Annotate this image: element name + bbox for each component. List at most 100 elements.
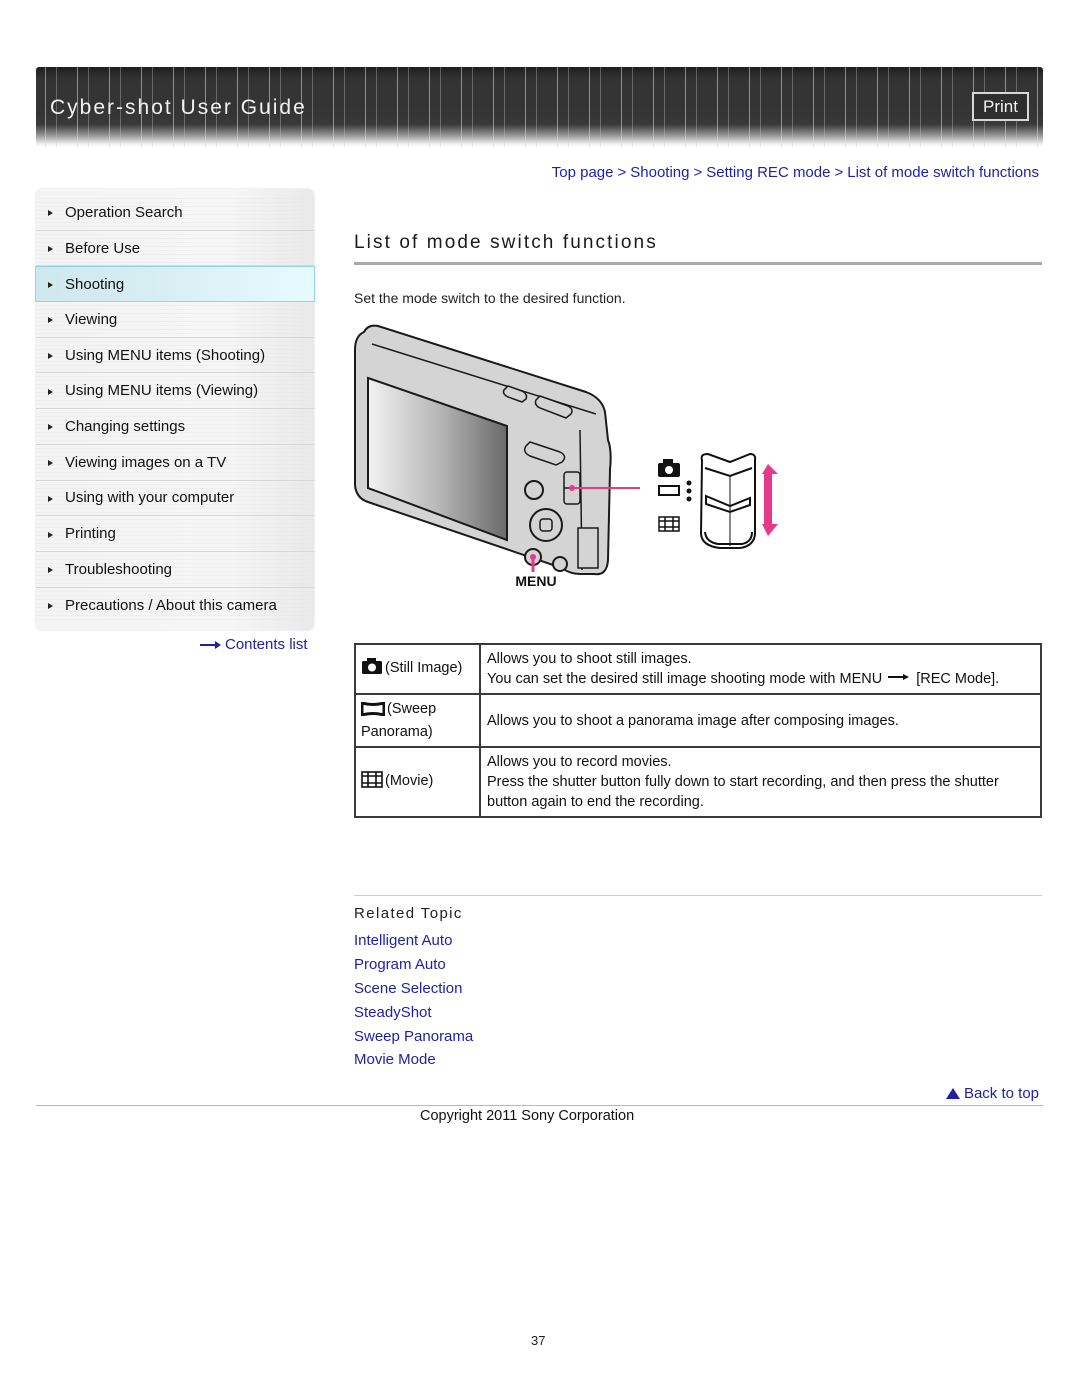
breadcrumb: Top page > Shooting > Setting REC mode > List …: [552, 164, 1039, 181]
table-row-movie: (Movie) Allows you to record movies. Pre…: [354, 746, 1042, 818]
page-number: 37: [531, 1333, 546, 1348]
related-link-scene-selection[interactable]: Scene Selection: [354, 977, 473, 1001]
detent-dot: [686, 496, 692, 502]
title-divider: [354, 262, 1042, 265]
breadcrumb-top-page[interactable]: Top page: [552, 164, 614, 181]
table-row-sweep-panorama: (Sweep Panorama) Allows you to shoot a p…: [354, 693, 1042, 748]
mode-cell: (Movie): [354, 746, 481, 818]
triangle-up-icon: [945, 1088, 960, 1099]
footer-divider: [36, 1105, 1043, 1106]
triangle-right-icon: [48, 531, 53, 538]
mode-name: (Movie): [385, 772, 434, 789]
sidebar-item-precautions[interactable]: Precautions / About this camera: [36, 587, 314, 624]
sidebar-item-label: Troubleshooting: [65, 560, 173, 578]
related-topic-heading: Related Topic: [354, 905, 463, 922]
breadcrumb-current-page[interactable]: List of mode switch functions: [847, 164, 1039, 181]
sidebar-item-label: Precautions / About this camera: [65, 596, 277, 614]
table-row-still-image: (Still Image) Allows you to shoot still …: [354, 643, 1042, 695]
back-to-top-label: Back to top: [963, 1085, 1039, 1102]
copyright-text: Copyright 2011 Sony Corporation: [420, 1108, 635, 1124]
delete-button: [552, 556, 568, 572]
sidebar-item-menu-shooting[interactable]: Using MENU items (Shooting): [36, 337, 314, 374]
sidebar-item-label: Using with your computer: [65, 489, 235, 507]
related-link-steadyshot[interactable]: SteadyShot: [354, 1001, 473, 1025]
breadcrumb-separator: >: [693, 164, 703, 181]
related-divider: [354, 895, 1042, 896]
triangle-right-icon: [48, 603, 53, 610]
mode-cell: (Sweep Panorama): [354, 693, 481, 748]
description-cell: Allows you to record movies. Press the s…: [479, 746, 1042, 818]
intro-text: Set the mode switch to the desired funct…: [354, 290, 626, 306]
sweep-panorama-icon: [360, 701, 386, 722]
arrow-right-icon: [200, 640, 222, 649]
sidebar-item-label: Viewing images on a TV: [65, 453, 227, 471]
control-center: [539, 518, 553, 532]
sidebar-item-troubleshooting[interactable]: Troubleshooting: [36, 551, 314, 588]
sidebar-item-viewing-on-tv[interactable]: Viewing images on a TV: [36, 444, 314, 481]
related-link-program-auto[interactable]: Program Auto: [354, 953, 473, 977]
header-banner: Cyber-shot User Guide Print: [36, 67, 1043, 147]
camera-mode-switch-illustration: MENU: [354, 324, 778, 589]
triangle-right-icon: [48, 460, 53, 467]
sidebar-item-viewing[interactable]: Viewing: [36, 302, 314, 338]
description-line: You can set the desired still image shoo…: [487, 669, 1035, 689]
playback-button: [524, 480, 544, 500]
sidebar-item-label: Operation Search: [65, 203, 183, 221]
camera-mode-icon: [658, 459, 680, 477]
sidebar-item-label: Viewing: [65, 310, 118, 328]
triangle-right-icon: [48, 282, 53, 289]
sidebar-item-printing[interactable]: Printing: [36, 516, 314, 552]
sidebar-item-label: Using MENU items (Viewing): [65, 382, 259, 400]
sidebar-item-before-use[interactable]: Before Use: [36, 230, 314, 267]
slide-direction-arrow: [762, 464, 778, 536]
detent-dot: [686, 480, 692, 486]
triangle-right-icon: [48, 353, 53, 360]
triangle-right-icon: [48, 388, 53, 395]
side-port-cover: [577, 527, 599, 569]
related-link-intelligent-auto[interactable]: Intelligent Auto: [354, 929, 473, 953]
sidebar-item-shooting[interactable]: Shooting: [35, 266, 315, 303]
sidebar-item-menu-viewing[interactable]: Using MENU items (Viewing): [36, 373, 314, 410]
sidebar-item-changing-settings[interactable]: Changing settings: [36, 409, 314, 445]
breadcrumb-separator: >: [834, 164, 844, 181]
related-link-movie-mode[interactable]: Movie Mode: [354, 1048, 473, 1072]
panorama-mode-icon: [658, 485, 680, 496]
menu-label: MENU: [515, 573, 556, 589]
sidebar-item-using-with-computer[interactable]: Using with your computer: [36, 480, 314, 517]
description-line: Allows you to record movies.: [487, 754, 672, 770]
movie-icon: [361, 770, 383, 795]
contents-list-label: Contents list: [225, 636, 308, 653]
still-image-camera-icon: [361, 657, 383, 682]
triangle-right-icon: [48, 317, 53, 324]
guide-title: Cyber-shot User Guide: [50, 96, 307, 119]
sidebar-item-label: Shooting: [65, 275, 125, 293]
sidebar-item-label: Before Use: [65, 239, 141, 257]
description-line: Press the shutter button fully down to s…: [487, 774, 999, 810]
triangle-right-icon: [48, 424, 53, 431]
breadcrumb-setting-rec-mode[interactable]: Setting REC mode: [706, 164, 830, 181]
description-cell: Allows you to shoot a panorama image aft…: [479, 693, 1042, 748]
description-text: [REC Mode].: [916, 671, 1000, 687]
mode-functions-table: (Still Image) Allows you to shoot still …: [354, 643, 1042, 818]
mode-name: (Still Image): [385, 659, 463, 676]
page-title: List of mode switch functions: [354, 232, 658, 253]
print-button[interactable]: Print: [972, 92, 1029, 121]
description-cell: Allows you to shoot still images. You ca…: [479, 643, 1042, 695]
description-line: Allows you to shoot a panorama image aft…: [487, 712, 899, 729]
related-link-sweep-panorama[interactable]: Sweep Panorama: [354, 1025, 473, 1049]
movie-mode-icon: [658, 516, 680, 532]
sidebar-item-label: Changing settings: [65, 417, 186, 435]
triangle-right-icon: [48, 246, 53, 253]
mode-cell: (Still Image): [354, 643, 481, 695]
triangle-right-icon: [48, 567, 53, 574]
breadcrumb-separator: >: [617, 164, 627, 181]
description-line: Allows you to shoot still images.: [487, 651, 692, 667]
arrow-right-icon: [888, 673, 910, 681]
back-to-top-link[interactable]: Back to top: [945, 1085, 1039, 1102]
triangle-right-icon: [48, 210, 53, 217]
breadcrumb-shooting[interactable]: Shooting: [630, 164, 689, 181]
contents-list-link[interactable]: Contents list: [200, 636, 308, 653]
sidebar-item-operation-search[interactable]: Operation Search: [36, 195, 314, 231]
description-text: You can set the desired still image shoo…: [487, 671, 883, 687]
sidebar-nav: Operation Search Before Use Shooting Vie…: [35, 189, 315, 630]
